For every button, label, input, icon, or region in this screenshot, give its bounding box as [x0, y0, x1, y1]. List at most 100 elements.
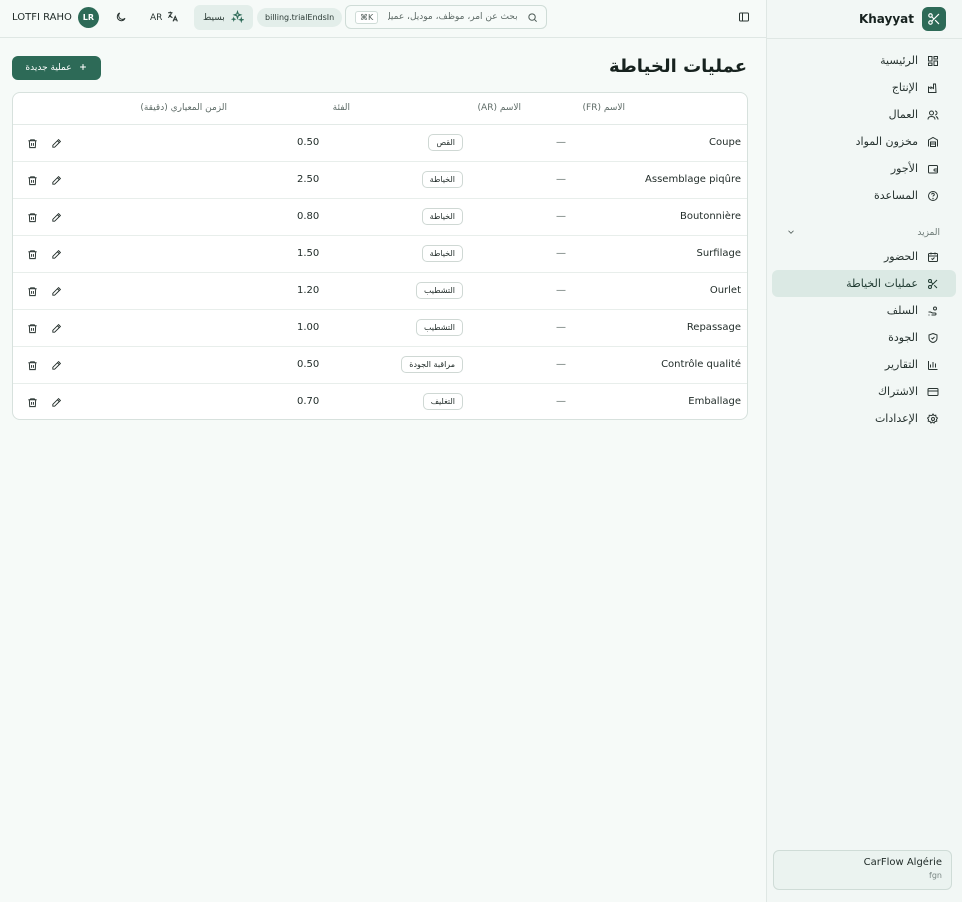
- workspace-switcher[interactable]: CarFlow Algérie fgn: [773, 850, 952, 890]
- trash-icon: [27, 212, 37, 222]
- trash-icon: [27, 249, 37, 259]
- sidebar-toggle-button[interactable]: [737, 10, 751, 24]
- language-switcher[interactable]: AR: [150, 10, 179, 26]
- sidebar-item-label: الحضور: [883, 250, 918, 263]
- sidebar-item-wages[interactable]: الأجور: [772, 155, 956, 182]
- pencil-icon: [51, 175, 61, 185]
- table-row[interactable]: Emballage — التغليف 0.70: [13, 384, 747, 419]
- cell-name-fr: Repassage: [686, 322, 741, 333]
- hand-coins-icon: [926, 304, 940, 318]
- new-operation-button[interactable]: عملية جديدة: [12, 56, 101, 80]
- avatar: LR: [77, 7, 99, 28]
- credit-card-icon: [926, 385, 940, 399]
- pencil-icon: [51, 397, 61, 407]
- cell-name-fr: Surfilage: [696, 248, 741, 259]
- calendar-check-icon: [926, 250, 940, 264]
- delete-button[interactable]: [25, 247, 39, 261]
- scissors-icon: [922, 7, 946, 31]
- edit-button[interactable]: [49, 395, 63, 409]
- topbar: LOTFI RAHO LR AR بسيط billing.trialEndsI…: [0, 0, 766, 38]
- edit-button[interactable]: [49, 173, 63, 187]
- sidebar-item-workers[interactable]: العمال: [772, 101, 956, 128]
- brand-name: Khayyat: [858, 12, 914, 26]
- category-badge: الخياطة: [421, 208, 463, 225]
- cell-name-fr: Ourlet: [709, 285, 741, 296]
- category-badge: الخياطة: [421, 245, 463, 262]
- edit-button[interactable]: [49, 247, 63, 261]
- brand[interactable]: Khayyat: [859, 7, 946, 31]
- cell-name-fr: Boutonnière: [679, 211, 741, 222]
- dashboard-icon: [926, 54, 940, 68]
- edit-button[interactable]: [49, 136, 63, 150]
- new-operation-label: عملية جديدة: [25, 63, 72, 73]
- trash-icon: [27, 138, 37, 148]
- header-name-fr[interactable]: الاسم (FR): [583, 103, 626, 113]
- sidebar-item-settings[interactable]: الإعدادات: [772, 405, 956, 432]
- header-name-ar[interactable]: الاسم (AR): [478, 103, 521, 113]
- search-input[interactable]: [387, 12, 518, 22]
- sidebar-item-label: التقارير: [884, 358, 918, 371]
- table-row[interactable]: Assemblage piqûre — الخياطة 2.50: [13, 162, 747, 199]
- sidebar-item-production[interactable]: الإنتاج: [772, 74, 956, 101]
- edit-button[interactable]: [49, 284, 63, 298]
- sidebar-item-label: عمليات الخياطة: [846, 277, 918, 290]
- plan-badge[interactable]: بسيط: [194, 5, 253, 30]
- cell-std-time: 1.50: [297, 248, 320, 259]
- sidebar: Khayyat الرئيسية الإنتاج العمال مخزون ال…: [766, 0, 962, 902]
- sidebar-item-reports[interactable]: التقارير: [772, 351, 956, 378]
- sidebar-item-attendance[interactable]: الحضور: [772, 243, 956, 270]
- sidebar-item-quality[interactable]: الجودة: [772, 324, 956, 351]
- cell-std-time: 2.50: [297, 174, 320, 185]
- table-row[interactable]: Ourlet — التشطيب 1.20: [13, 273, 747, 310]
- sidebar-item-sewing-operations[interactable]: عمليات الخياطة: [772, 270, 956, 297]
- table-header: الاسم (FR) الاسم (AR) الفئة الزمن المعيا…: [13, 93, 747, 125]
- sidebar-item-label: الرئيسية: [880, 54, 918, 67]
- cell-name-fr: Emballage: [688, 396, 741, 407]
- delete-button[interactable]: [25, 395, 39, 409]
- sidebar-item-advances[interactable]: السلف: [772, 297, 956, 324]
- cell-name-fr: Assemblage piqûre: [645, 174, 741, 185]
- cell-name-fr: Contrôle qualité: [661, 359, 741, 370]
- delete-button[interactable]: [25, 284, 39, 298]
- cell-name-ar: —: [556, 359, 566, 370]
- delete-button[interactable]: [25, 321, 39, 335]
- theme-toggle-button[interactable]: [114, 10, 128, 24]
- category-badge: القص: [428, 134, 463, 151]
- table-row[interactable]: Coupe — القص 0.50: [13, 125, 747, 162]
- help-icon: [926, 189, 940, 203]
- category-badge: التغليف: [422, 393, 463, 410]
- delete-button[interactable]: [25, 173, 39, 187]
- cell-std-time: 0.80: [297, 211, 320, 222]
- delete-button[interactable]: [25, 358, 39, 372]
- nav-group-more[interactable]: المزيد: [766, 223, 962, 243]
- search-box[interactable]: ⌘K: [345, 5, 547, 29]
- translate-icon: [166, 10, 179, 26]
- page-title: عمليات الخياطة: [608, 56, 747, 77]
- edit-button[interactable]: [49, 321, 63, 335]
- sidebar-item-inventory[interactable]: مخزون المواد: [772, 128, 956, 155]
- search-shortcut: ⌘K: [355, 10, 379, 24]
- delete-button[interactable]: [25, 210, 39, 224]
- sparkles-icon: [230, 9, 245, 26]
- category-badge: التشطيب: [415, 282, 463, 299]
- sidebar-item-label: الإنتاج: [891, 81, 918, 94]
- table-row[interactable]: Contrôle qualité — مراقبة الجودة 0.50: [13, 347, 747, 384]
- delete-button[interactable]: [25, 136, 39, 150]
- pencil-icon: [51, 323, 61, 333]
- nav-group-label: المزيد: [917, 228, 940, 238]
- warehouse-icon: [926, 135, 940, 149]
- table-row[interactable]: Repassage — التشطيب 1.00: [13, 310, 747, 347]
- header-category[interactable]: الفئة: [333, 103, 350, 113]
- table-row[interactable]: Surfilage — الخياطة 1.50: [13, 236, 747, 273]
- header-std-time[interactable]: الزمن المعياري (دقيقة): [140, 103, 227, 113]
- edit-button[interactable]: [49, 358, 63, 372]
- sidebar-item-subscription[interactable]: الاشتراك: [772, 378, 956, 405]
- sidebar-item-home[interactable]: الرئيسية: [772, 47, 956, 74]
- sidebar-item-help[interactable]: المساعدة: [772, 182, 956, 209]
- shield-check-icon: [926, 331, 940, 345]
- user-menu[interactable]: LOTFI RAHO LR: [12, 7, 99, 28]
- table-row[interactable]: Boutonnière — الخياطة 0.80: [13, 199, 747, 236]
- cell-std-time: 0.70: [297, 396, 320, 407]
- category-badge: الخياطة: [421, 171, 463, 188]
- edit-button[interactable]: [49, 210, 63, 224]
